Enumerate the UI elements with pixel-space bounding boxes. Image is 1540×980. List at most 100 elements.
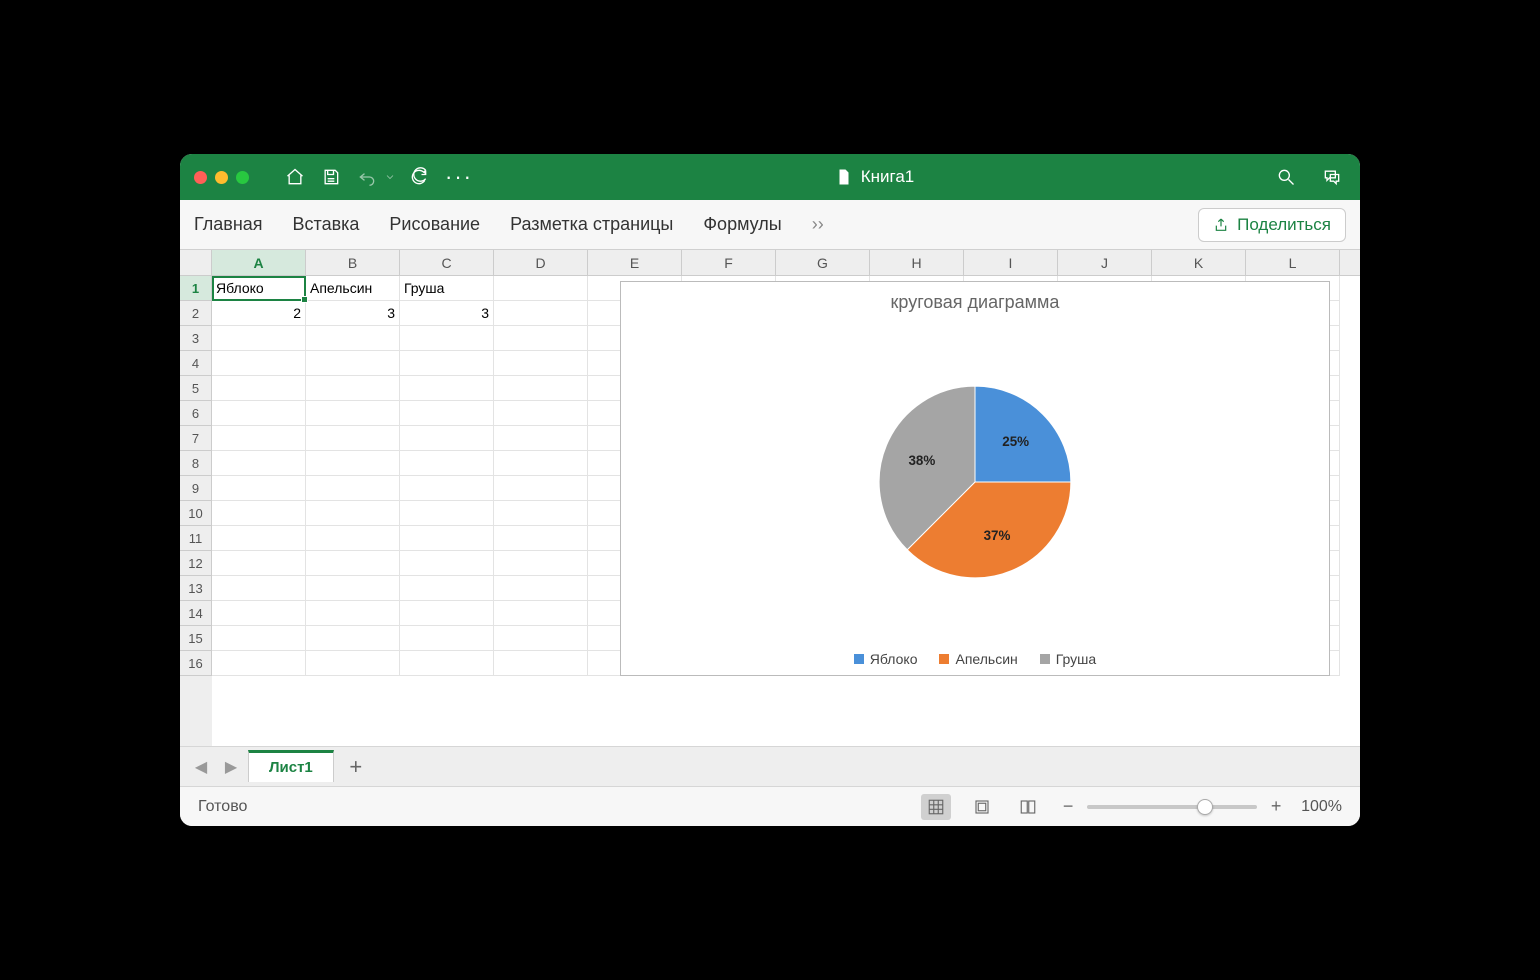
sheet-nav-prev[interactable]: ◀ <box>188 754 214 780</box>
home-icon[interactable] <box>281 163 309 191</box>
cell-C7[interactable] <box>400 426 494 451</box>
cell-A13[interactable] <box>212 576 306 601</box>
column-header-C[interactable]: C <box>400 250 494 275</box>
view-page-layout-button[interactable] <box>967 794 997 820</box>
cell-C4[interactable] <box>400 351 494 376</box>
cell-C2[interactable]: 3 <box>400 301 494 326</box>
more-tabs-icon[interactable]: ›› <box>812 214 824 235</box>
row-header-3[interactable]: 3 <box>180 326 212 351</box>
cell-C13[interactable] <box>400 576 494 601</box>
column-header-I[interactable]: I <box>964 250 1058 275</box>
cell-B11[interactable] <box>306 526 400 551</box>
cell-B7[interactable] <box>306 426 400 451</box>
tab-page-layout[interactable]: Разметка страницы <box>510 214 673 235</box>
cell-A11[interactable] <box>212 526 306 551</box>
cell-B10[interactable] <box>306 501 400 526</box>
cell-D11[interactable] <box>494 526 588 551</box>
comments-icon[interactable] <box>1318 163 1346 191</box>
cell-A2[interactable]: 2 <box>212 301 306 326</box>
column-header-K[interactable]: K <box>1152 250 1246 275</box>
cell-B8[interactable] <box>306 451 400 476</box>
row-header-6[interactable]: 6 <box>180 401 212 426</box>
cell-C3[interactable] <box>400 326 494 351</box>
tab-draw[interactable]: Рисование <box>389 214 480 235</box>
undo-dropdown-icon[interactable] <box>383 163 397 191</box>
cell-B1[interactable]: Апельсин <box>306 276 400 301</box>
row-header-7[interactable]: 7 <box>180 426 212 451</box>
cell-D2[interactable] <box>494 301 588 326</box>
cell-D12[interactable] <box>494 551 588 576</box>
cell-B6[interactable] <box>306 401 400 426</box>
cell-C11[interactable] <box>400 526 494 551</box>
cell-B9[interactable] <box>306 476 400 501</box>
share-button[interactable]: Поделиться <box>1198 208 1346 242</box>
view-page-break-button[interactable] <box>1013 794 1043 820</box>
cell-A3[interactable] <box>212 326 306 351</box>
cell-A5[interactable] <box>212 376 306 401</box>
cell-D1[interactable] <box>494 276 588 301</box>
cell-B2[interactable]: 3 <box>306 301 400 326</box>
zoom-out-button[interactable]: − <box>1059 796 1077 817</box>
row-header-2[interactable]: 2 <box>180 301 212 326</box>
cell-C10[interactable] <box>400 501 494 526</box>
cell-D5[interactable] <box>494 376 588 401</box>
column-header-E[interactable]: E <box>588 250 682 275</box>
row-header-5[interactable]: 5 <box>180 376 212 401</box>
cell-B5[interactable] <box>306 376 400 401</box>
cell-A15[interactable] <box>212 626 306 651</box>
cell-D3[interactable] <box>494 326 588 351</box>
cell-C12[interactable] <box>400 551 494 576</box>
close-window-button[interactable] <box>194 171 207 184</box>
cell-C5[interactable] <box>400 376 494 401</box>
cells-area[interactable]: ЯблокоАпельсинГруша233 круговая диаграмм… <box>212 276 1360 746</box>
row-header-1[interactable]: 1 <box>180 276 212 301</box>
cell-A10[interactable] <box>212 501 306 526</box>
column-header-H[interactable]: H <box>870 250 964 275</box>
row-header-4[interactable]: 4 <box>180 351 212 376</box>
cell-C1[interactable]: Груша <box>400 276 494 301</box>
cell-A9[interactable] <box>212 476 306 501</box>
cell-D14[interactable] <box>494 601 588 626</box>
sheet-nav-next[interactable]: ▶ <box>218 754 244 780</box>
tab-insert[interactable]: Вставка <box>293 214 360 235</box>
cell-A6[interactable] <box>212 401 306 426</box>
cell-D15[interactable] <box>494 626 588 651</box>
cell-C15[interactable] <box>400 626 494 651</box>
zoom-thumb[interactable] <box>1197 799 1213 815</box>
row-header-14[interactable]: 14 <box>180 601 212 626</box>
cell-A12[interactable] <box>212 551 306 576</box>
minimize-window-button[interactable] <box>215 171 228 184</box>
row-header-9[interactable]: 9 <box>180 476 212 501</box>
column-header-A[interactable]: A <box>212 250 306 275</box>
pie-chart[interactable]: круговая диаграмма 25%37%38% ЯблокоАпель… <box>620 281 1330 676</box>
cell-A16[interactable] <box>212 651 306 676</box>
column-header-J[interactable]: J <box>1058 250 1152 275</box>
column-header-G[interactable]: G <box>776 250 870 275</box>
row-header-10[interactable]: 10 <box>180 501 212 526</box>
zoom-in-button[interactable]: + <box>1267 796 1285 817</box>
cell-B15[interactable] <box>306 626 400 651</box>
maximize-window-button[interactable] <box>236 171 249 184</box>
tab-home[interactable]: Главная <box>194 214 263 235</box>
row-header-8[interactable]: 8 <box>180 451 212 476</box>
row-header-13[interactable]: 13 <box>180 576 212 601</box>
cell-C16[interactable] <box>400 651 494 676</box>
cell-B16[interactable] <box>306 651 400 676</box>
cell-D7[interactable] <box>494 426 588 451</box>
row-header-11[interactable]: 11 <box>180 526 212 551</box>
cell-D16[interactable] <box>494 651 588 676</box>
add-sheet-button[interactable]: + <box>338 754 374 780</box>
cell-D8[interactable] <box>494 451 588 476</box>
cell-D13[interactable] <box>494 576 588 601</box>
sheet-tab-active[interactable]: Лист1 <box>248 750 334 782</box>
cell-C8[interactable] <box>400 451 494 476</box>
select-all-corner[interactable] <box>180 250 212 275</box>
cell-B14[interactable] <box>306 601 400 626</box>
zoom-slider[interactable] <box>1087 805 1257 809</box>
undo-icon[interactable] <box>353 163 381 191</box>
cell-A1[interactable]: Яблоко <box>212 276 306 301</box>
cell-B4[interactable] <box>306 351 400 376</box>
cell-D4[interactable] <box>494 351 588 376</box>
more-commands-icon[interactable]: ··· <box>441 164 477 190</box>
column-header-B[interactable]: B <box>306 250 400 275</box>
